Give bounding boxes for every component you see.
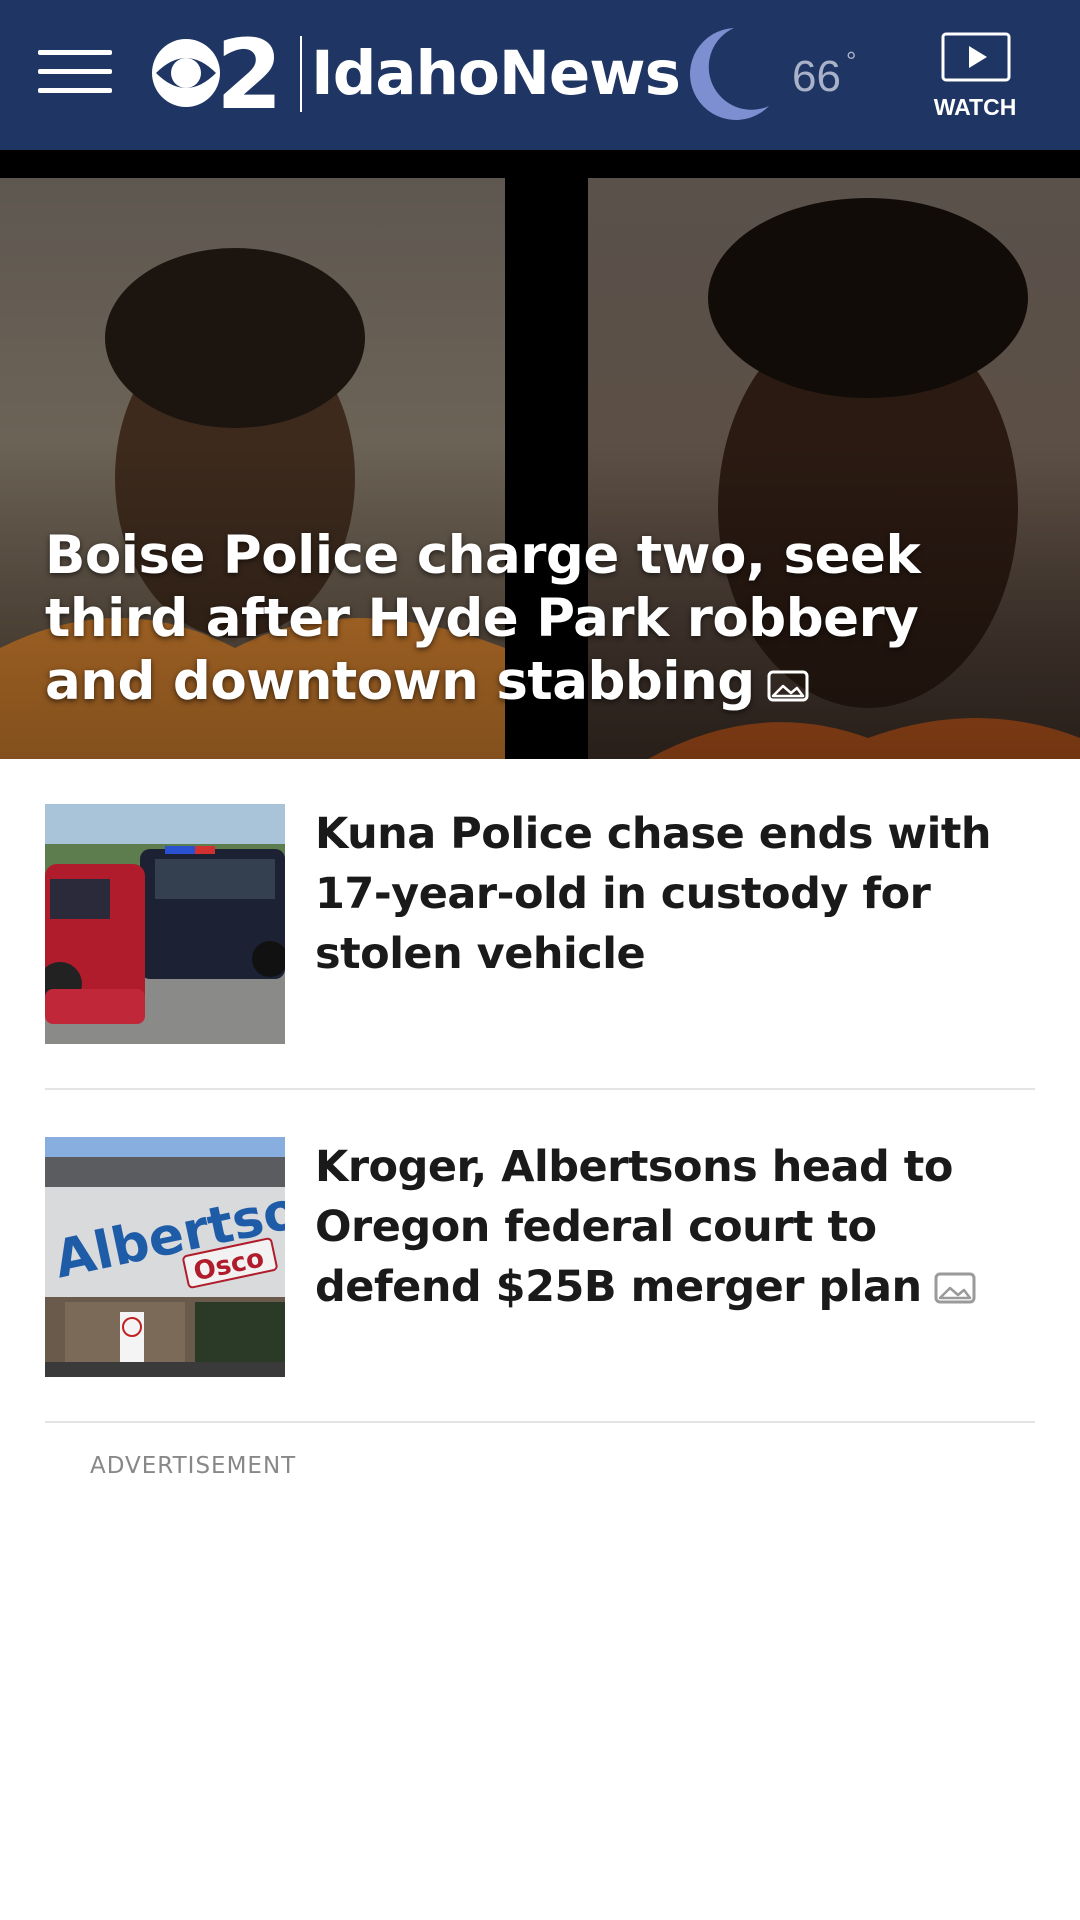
article-divider	[45, 1421, 1035, 1423]
article-divider	[45, 1088, 1035, 1090]
advertisement-slot[interactable]	[45, 1495, 1035, 1875]
article-item[interactable]: Kuna Police chase ends with 17-year-old …	[45, 804, 1035, 1044]
photo-gallery-icon	[767, 653, 809, 716]
menu-button[interactable]	[38, 50, 112, 96]
photo-gallery-icon	[934, 1260, 976, 1320]
header-separator	[0, 150, 1080, 178]
degree-symbol: °	[846, 46, 857, 76]
article-item[interactable]: Albertsons Osco Kroger, Albertsons head …	[45, 1137, 1035, 1377]
watch-button[interactable]: WATCH	[920, 30, 1030, 122]
weather-widget[interactable]: 66 °	[674, 26, 874, 124]
site-logo[interactable]: 2 IdahoNews	[148, 28, 681, 118]
hero-headline[interactable]: Boise Police charge two, seek third afte…	[45, 524, 1045, 716]
advertisement-label: ADVERTISEMENT	[90, 1453, 297, 1479]
temperature: 66	[792, 52, 841, 101]
article-thumbnail[interactable]: Albertsons Osco	[45, 1137, 285, 1377]
moon-icon	[689, 28, 769, 120]
watch-label: WATCH	[933, 94, 1017, 120]
logo-brand-text: IdahoNews	[311, 38, 681, 109]
article-headline[interactable]: Kroger, Albertsons head to Oregon federa…	[315, 1137, 1035, 1320]
site-header: 2 IdahoNews 66 ° WATCH	[0, 0, 1080, 150]
hero-story[interactable]: Boise Police charge two, seek third afte…	[0, 178, 1080, 759]
article-thumbnail[interactable]	[45, 804, 285, 1044]
play-icon	[941, 32, 1011, 82]
svg-text:2: 2	[216, 28, 283, 118]
article-headline[interactable]: Kuna Police chase ends with 17-year-old …	[315, 804, 1035, 984]
cbs-eye-icon: 2	[152, 28, 283, 118]
